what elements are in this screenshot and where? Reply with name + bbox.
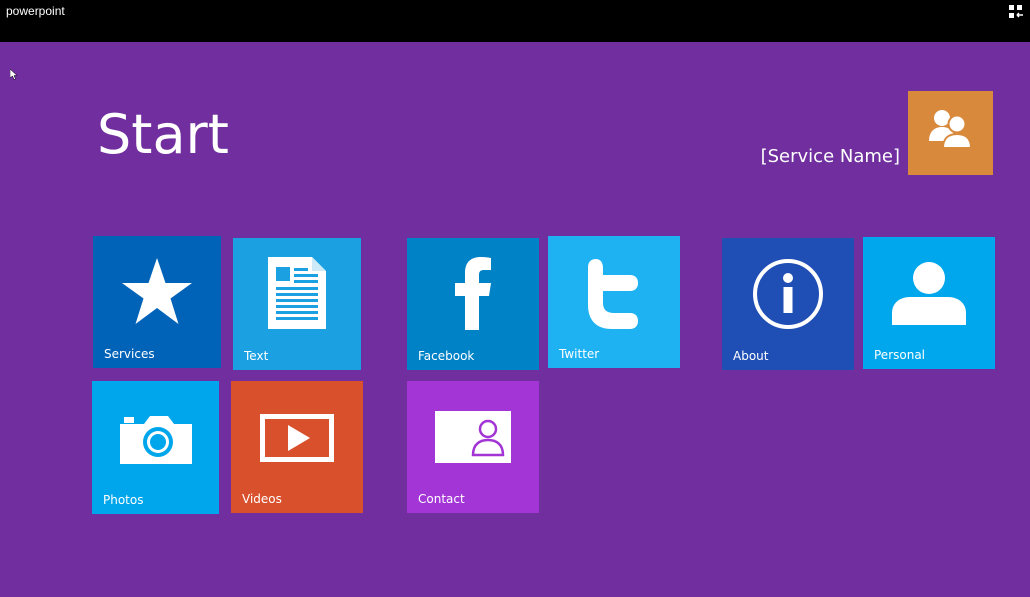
tile-label: Services (104, 347, 155, 361)
contact-card-icon (435, 411, 511, 463)
tile-about[interactable]: About (722, 238, 854, 370)
tile-label: Text (244, 349, 269, 363)
tile-label: Twitter (559, 347, 600, 361)
tile-services[interactable]: Services (93, 236, 221, 368)
star-icon (122, 258, 192, 324)
tile-label: Photos (103, 493, 144, 507)
tile-photos[interactable]: Photos (92, 381, 219, 514)
document-icon (268, 257, 326, 329)
window-titlebar: powerpoint (0, 0, 1030, 42)
facebook-icon (455, 257, 491, 330)
tile-label: Contact (418, 492, 465, 506)
page-title: Start (97, 103, 229, 166)
tile-facebook[interactable]: Facebook (407, 238, 539, 370)
person-icon (892, 262, 966, 325)
users-icon (929, 110, 973, 149)
tile-label: Facebook (418, 349, 475, 363)
camera-icon (120, 416, 192, 464)
tile-personal[interactable]: Personal (863, 237, 995, 369)
tile-contact[interactable]: Contact (407, 381, 539, 513)
restore-window-icon[interactable] (1008, 4, 1024, 20)
tile-text[interactable]: Text (233, 238, 361, 370)
play-icon (260, 414, 334, 462)
twitter-icon (588, 259, 638, 329)
tile-videos[interactable]: Videos (231, 381, 363, 513)
info-icon (753, 259, 823, 329)
tile-twitter[interactable]: Twitter (548, 236, 680, 368)
tile-label: About (733, 349, 769, 363)
user-name[interactable]: [Service Name] (761, 146, 900, 167)
tile-label: Videos (242, 492, 282, 506)
tile-label: Personal (874, 348, 926, 362)
avatar[interactable] (908, 91, 993, 175)
window-title: powerpoint (6, 4, 65, 18)
mouse-cursor-icon (10, 69, 18, 80)
